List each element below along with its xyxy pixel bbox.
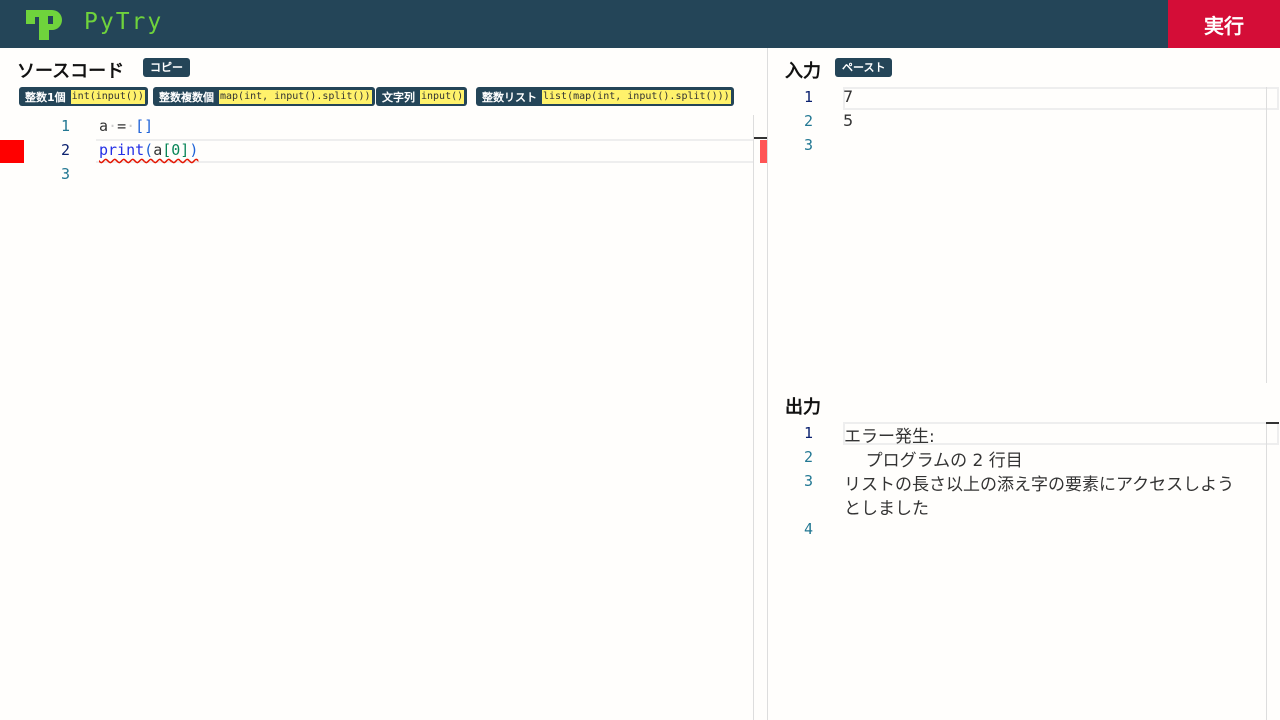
current-line-highlight	[843, 87, 1279, 110]
snippet-int[interactable]: 整数1個 int(input())	[19, 87, 148, 106]
snippet-code: input()	[420, 89, 465, 104]
scrollbar-track[interactable]	[753, 115, 754, 720]
input-title: 入力	[785, 61, 821, 82]
snippet-code: int(input())	[70, 89, 145, 104]
code-line-1: a·=·[]	[99, 117, 154, 135]
run-button[interactable]: 実行	[1168, 0, 1280, 48]
line-number: 4	[803, 520, 813, 538]
overview-cursor	[1266, 422, 1279, 424]
output-line: エラー発生:	[844, 427, 935, 447]
output-title: 出力	[785, 397, 821, 418]
overview-cursor	[754, 137, 767, 139]
line-number: 1	[803, 88, 813, 106]
code-line-2: print(a[0])	[99, 141, 199, 159]
pytry-logo-icon	[26, 10, 62, 40]
paste-button[interactable]: ペースト	[835, 58, 893, 77]
output-line: としました	[844, 499, 929, 519]
output-line: リストの長さ以上の添え字の要素にアクセスしよう	[844, 475, 1235, 495]
line-number: 2	[60, 141, 70, 159]
input-line: 7	[843, 87, 854, 106]
snippet-code: map(int, input().split())	[219, 89, 372, 104]
line-number: 1	[60, 117, 70, 135]
snippet-multi-int[interactable]: 整数複数個 map(int, input().split())	[153, 87, 375, 106]
snippet-string[interactable]: 文字列 input()	[376, 87, 468, 106]
line-number: 1	[803, 424, 813, 442]
input-line: 5	[843, 111, 854, 130]
snippet-code: list(map(int, input().split()))	[542, 89, 731, 104]
line-number: 3	[803, 472, 813, 490]
brand-name: PyTry	[84, 9, 164, 35]
pane-divider[interactable]	[767, 48, 768, 720]
source-title: ソースコード	[17, 61, 125, 82]
snippet-label: 整数リスト	[482, 90, 537, 104]
error-marker	[0, 140, 24, 163]
line-number: 3	[60, 165, 70, 183]
line-number: 3	[803, 136, 813, 154]
snippet-label: 文字列	[382, 90, 415, 104]
overview-error-mark	[760, 140, 767, 163]
line-number: 2	[803, 448, 813, 466]
snippet-int-list[interactable]: 整数リスト list(map(int, input().split()))	[476, 87, 734, 106]
scrollbar-track[interactable]	[1266, 424, 1267, 720]
snippet-label: 整数複数個	[159, 90, 214, 104]
copy-button[interactable]: コピー	[143, 58, 190, 77]
header: PyTry 実行	[0, 0, 1280, 48]
output-line: プログラムの 2 行目	[844, 451, 1023, 471]
snippet-label: 整数1個	[25, 90, 66, 104]
line-number: 2	[803, 112, 813, 130]
scrollbar-track[interactable]	[1266, 87, 1267, 383]
